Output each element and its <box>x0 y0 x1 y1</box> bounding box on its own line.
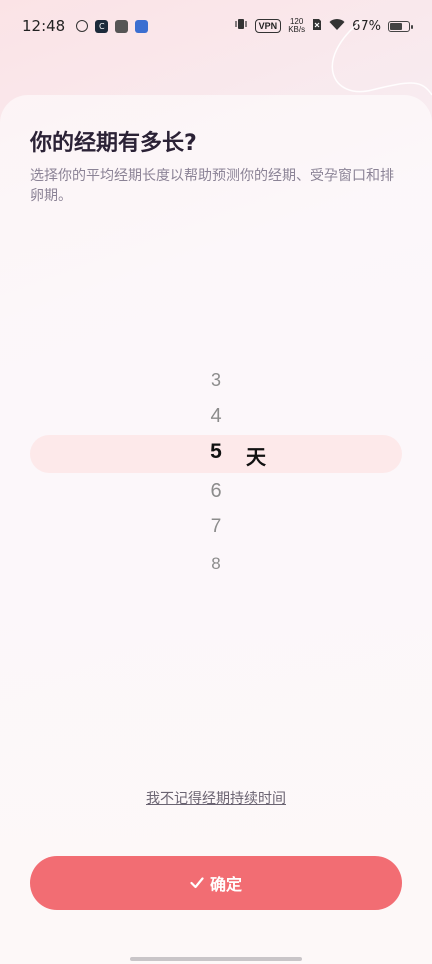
check-icon <box>190 874 204 893</box>
picker-option[interactable]: 3 <box>196 370 236 391</box>
app-notification-icon <box>115 19 129 33</box>
status-time: 12:48 <box>22 17 66 35</box>
picker-selected-value[interactable]: 5 <box>196 440 236 464</box>
page-title: 你的经期有多长? <box>30 131 197 156</box>
picker-option[interactable]: 4 <box>196 405 236 428</box>
picker-option[interactable]: 6 <box>196 480 236 503</box>
app-notification-icon <box>135 19 149 33</box>
picker-option[interactable]: 7 <box>196 516 236 538</box>
picker-unit-label: 天 <box>246 445 266 469</box>
status-left: 12:48 C <box>22 17 149 35</box>
page-subtitle: 选择你的平均经期长度以帮助预测你的经期、受孕窗口和排卵期。 <box>30 168 394 204</box>
vibrate-icon <box>234 17 248 35</box>
home-indicator[interactable] <box>130 957 302 961</box>
app-notification-icon: C <box>95 19 109 33</box>
app-notification-icon <box>76 20 89 32</box>
confirm-button-label: 确定 <box>209 875 242 894</box>
picker-option[interactable]: 8 <box>196 554 236 574</box>
confirm-button[interactable]: 确定 <box>30 856 402 910</box>
forget-duration-link[interactable]: 我不记得经期持续时间 <box>0 788 432 808</box>
